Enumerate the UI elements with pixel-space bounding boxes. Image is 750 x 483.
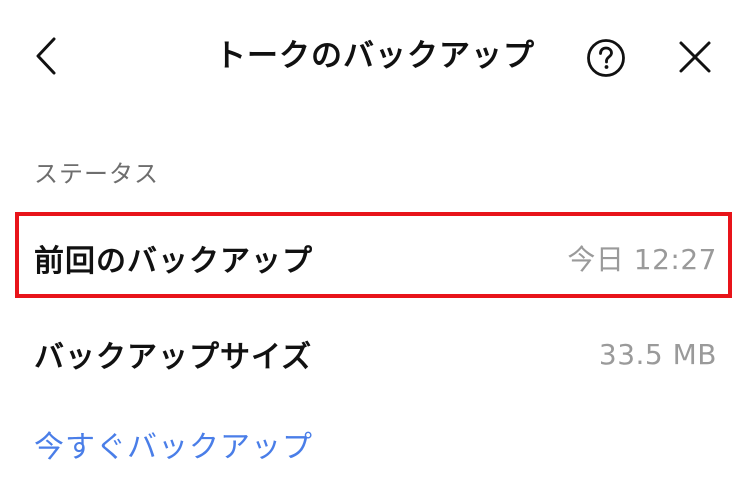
- help-button[interactable]: [584, 36, 628, 80]
- question-circle-icon: [587, 39, 625, 77]
- close-icon: [679, 41, 711, 73]
- last-backup-value: 今日 12:27: [567, 243, 717, 276]
- talk-backup-screen: トークのバックアップ ステータス 前回のバックアップ 今日 12:27 バックア…: [0, 0, 750, 483]
- last-backup-row: 前回のバックアップ 今日 12:27: [0, 218, 750, 298]
- backup-now-link[interactable]: 今すぐバックアップ: [34, 426, 313, 470]
- chevron-left-icon: [36, 37, 56, 75]
- close-button[interactable]: [672, 34, 718, 80]
- backup-size-label: バックアップサイズ: [34, 340, 313, 375]
- last-backup-label: 前回のバックアップ: [34, 244, 313, 279]
- header: トークのバックアップ: [0, 0, 750, 120]
- backup-size-row: バックアップサイズ 33.5 MB: [0, 314, 750, 394]
- backup-size-value: 33.5 MB: [598, 337, 717, 371]
- back-button[interactable]: [24, 33, 70, 79]
- status-section-header: ステータス: [34, 160, 159, 188]
- page-title: トークのバックアップ: [215, 38, 535, 74]
